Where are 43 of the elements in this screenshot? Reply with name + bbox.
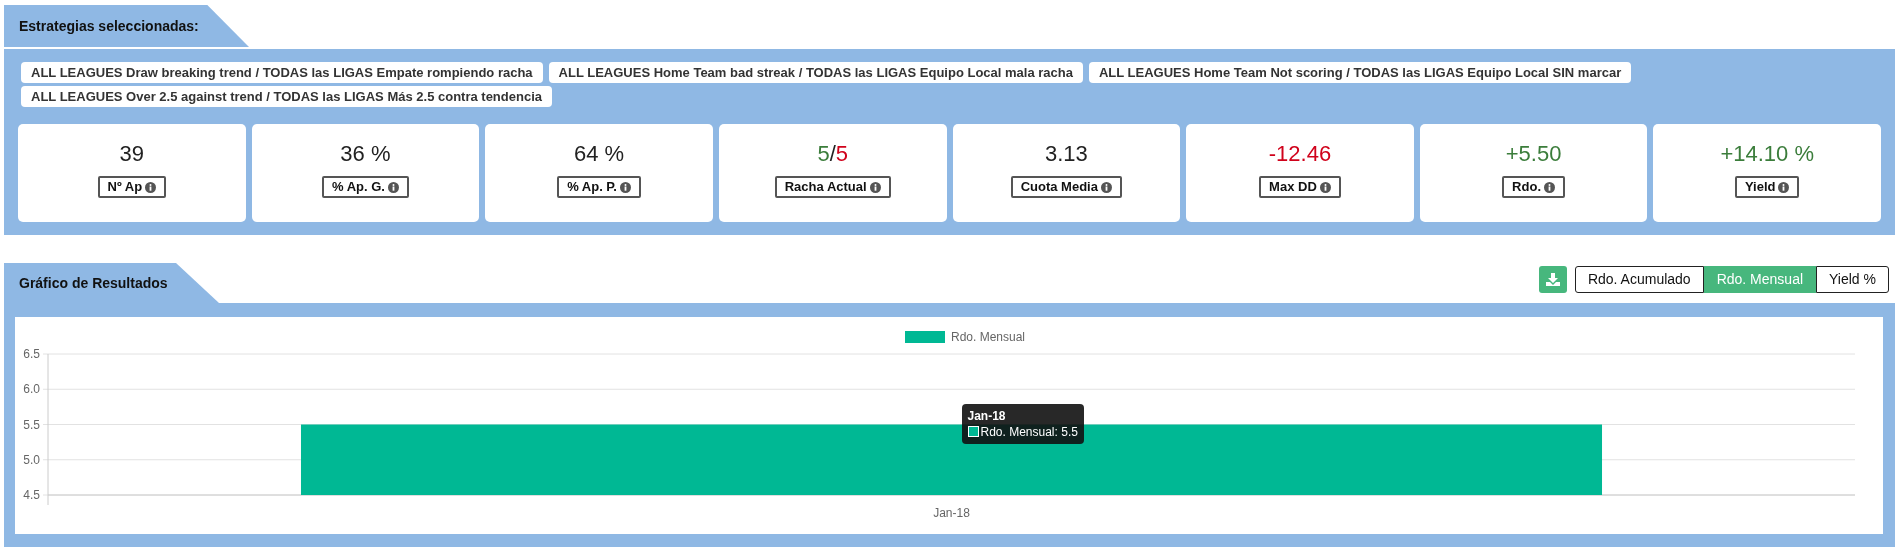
strategy-tag: ALL LEAGUES Over 2.5 against trend / TODAS las LIGAS Más 2.5 contra tendencia	[21, 86, 552, 107]
axis-tick-label: Jan-18	[933, 506, 970, 520]
stat-label[interactable]: Racha Actual	[774, 176, 891, 198]
stat-label[interactable]: Cuota Media	[1010, 176, 1122, 198]
chart-legend: Rdo. Mensual	[905, 330, 1026, 344]
stat-label[interactable]: Nº Ap	[97, 176, 167, 198]
strategy-tag: ALL LEAGUES Draw breaking trend / TODAS las LIGAS Empate rompiendo racha	[21, 62, 543, 83]
download-icon	[1545, 273, 1560, 286]
stat-label[interactable]: Rdo.	[1502, 176, 1565, 198]
info-icon	[620, 181, 631, 193]
chart-view-tab[interactable]: Rdo. Acumulado	[1574, 266, 1704, 293]
stat-label[interactable]: % Ap. P.	[557, 176, 641, 198]
chart-view-tab[interactable]: Yield %	[1816, 266, 1889, 293]
stat-value: +14.10 %	[1720, 140, 1814, 168]
stat-value: 36 %	[340, 140, 391, 168]
axis-tick-label: 5.5	[23, 417, 40, 432]
info-icon	[145, 181, 157, 193]
info-icon	[1319, 181, 1331, 193]
stat-label[interactable]: Max DD	[1259, 176, 1341, 198]
stat-value: +5.50	[1505, 140, 1562, 168]
info-icon	[1778, 181, 1790, 193]
download-button[interactable]	[1538, 266, 1567, 293]
axis-tick-label: 6.5	[23, 347, 40, 361]
legend-label: Rdo. Mensual	[951, 330, 1026, 344]
stat-value: 5/5	[817, 140, 848, 168]
strategy-tag: ALL LEAGUES Home Team Not scoring / TODAS las LIGAS Equipo Local SIN marcar	[1088, 62, 1632, 83]
axis-tick-label: 5.0	[23, 452, 40, 467]
stat-label[interactable]: Yield	[1734, 176, 1800, 198]
stat-value: 64 %	[574, 140, 625, 168]
axis-tick-label: 4.5	[23, 488, 40, 502]
info-icon	[869, 181, 881, 193]
section-title: Estrategias seleccionadas:	[19, 16, 199, 36]
info-icon	[387, 181, 399, 193]
info-icon	[1544, 181, 1555, 193]
stat-value: 3.13	[1044, 140, 1088, 168]
info-icon	[1100, 181, 1112, 193]
stat-value: 39	[119, 140, 145, 168]
stat-label[interactable]: % Ap. G.	[321, 176, 409, 198]
stat-value: -12.46	[1268, 140, 1332, 168]
axis-tick-label: 6.0	[23, 382, 40, 397]
strategy-tag: ALL LEAGUES Home Team bad streak / TODAS las LIGAS Equipo Local mala racha	[548, 62, 1083, 83]
chart-tooltip: Jan-18 Rdo. Mensual: 5.5	[961, 403, 1084, 444]
section-title: Gráfico de Resultados	[19, 273, 168, 293]
